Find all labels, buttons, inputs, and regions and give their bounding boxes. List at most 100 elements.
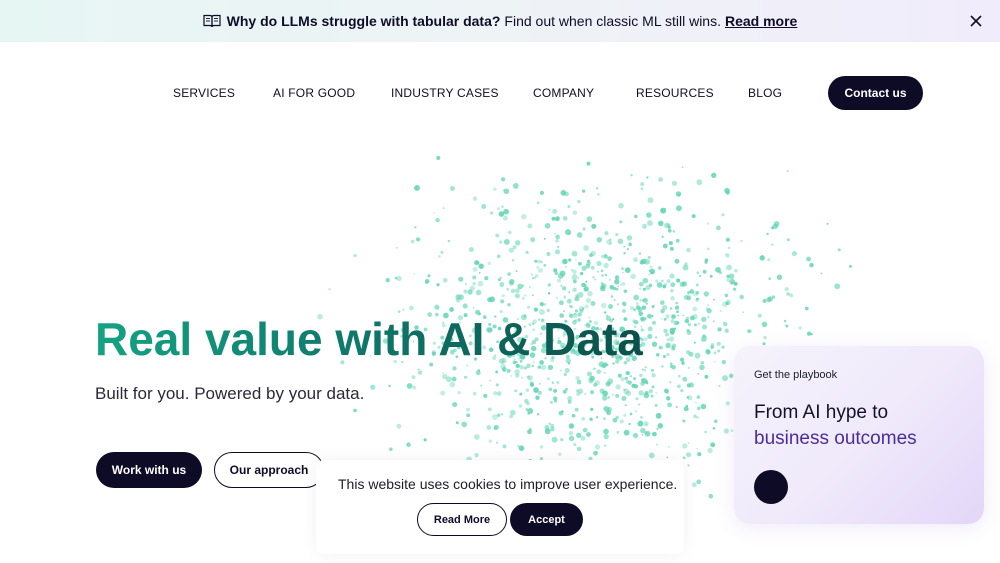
particle-dot — [630, 173, 633, 177]
particle-dot — [671, 314, 676, 319]
particle-dot — [509, 278, 515, 285]
particle-dot — [596, 369, 602, 375]
particle-dot — [640, 381, 645, 386]
cookie-accept-button[interactable]: Accept — [510, 503, 583, 536]
particle-dot — [496, 413, 501, 417]
particle-dot — [669, 327, 676, 334]
particle-dot — [555, 234, 560, 240]
particle-dot — [402, 308, 405, 312]
playbook-card[interactable]: Get the playbook From AI hype to busines… — [734, 346, 984, 524]
particle-dot — [639, 281, 644, 287]
particle-dot — [604, 231, 609, 236]
playbook-action-dot[interactable] — [754, 470, 788, 504]
particle-dot — [472, 281, 476, 286]
particle-dot — [626, 248, 629, 251]
particle-dot — [477, 369, 481, 372]
particle-dot — [759, 255, 765, 261]
particle-dot — [567, 395, 573, 401]
particle-dot — [506, 368, 511, 373]
particle-dot — [615, 287, 619, 291]
particle-dot — [577, 261, 582, 266]
particle-dot — [740, 239, 743, 243]
particle-dot — [771, 243, 774, 246]
particle-dot — [568, 291, 571, 294]
particle-dot — [692, 313, 698, 320]
particle-dot — [526, 375, 530, 379]
contact-us-button[interactable]: Contact us — [828, 76, 923, 110]
particle-dot — [480, 384, 483, 387]
our-approach-button[interactable]: Our approach — [214, 452, 324, 488]
particle-dot — [593, 382, 598, 387]
close-icon[interactable] — [968, 13, 984, 29]
particle-dot — [537, 268, 543, 273]
particle-dot — [696, 447, 698, 450]
particle-dot — [388, 384, 391, 388]
particle-dot — [543, 264, 547, 267]
particle-dot — [719, 310, 722, 312]
particle-dot — [475, 289, 482, 296]
particle-dot — [704, 260, 708, 265]
particle-dot — [705, 348, 710, 353]
nav-item-blog[interactable]: BLOG — [748, 86, 782, 100]
work-with-us-button[interactable]: Work with us — [96, 452, 202, 488]
particle-dot — [704, 258, 709, 263]
particle-dot — [497, 278, 501, 282]
nav-item-ai-for-good[interactable]: AI FOR GOOD — [273, 86, 355, 100]
particle-dot — [789, 293, 794, 298]
particle-dot — [571, 413, 576, 418]
particle-dot — [633, 384, 639, 389]
particle-dot — [665, 342, 671, 348]
particle-dot — [543, 237, 546, 240]
particle-dot — [551, 216, 556, 221]
nav-item-resources[interactable]: RESOURCES — [636, 86, 714, 100]
particle-dot — [651, 341, 658, 347]
particle-dot — [496, 391, 502, 397]
particle-dot — [590, 265, 595, 270]
particle-dot — [524, 398, 529, 404]
particle-dot — [686, 396, 689, 399]
particle-dot — [699, 364, 705, 371]
particle-dot — [527, 252, 529, 254]
particle-dot — [696, 395, 701, 399]
particle-dot — [451, 376, 457, 382]
particle-dot — [512, 183, 519, 189]
particle-dot — [537, 390, 542, 395]
particle-dot — [702, 334, 706, 338]
particle-dot — [706, 308, 712, 314]
particle-dot — [642, 277, 649, 284]
banner-read-more-link[interactable]: Read more — [725, 13, 797, 29]
particle-dot — [510, 375, 513, 377]
particle-dot — [450, 185, 455, 191]
particle-dot — [721, 345, 725, 349]
particle-dot — [681, 361, 685, 365]
particle-dot — [503, 208, 509, 215]
nav-item-services[interactable]: SERVICES — [173, 86, 235, 100]
particle-dot — [452, 402, 458, 408]
particle-dot — [713, 351, 717, 355]
particle-dot — [484, 276, 489, 281]
nav-item-company[interactable]: COMPANY — [533, 86, 594, 100]
particle-dot — [603, 254, 608, 259]
particle-dot — [713, 419, 718, 424]
book-icon — [203, 14, 221, 28]
particle-dot — [640, 420, 643, 423]
particle-dot — [670, 319, 675, 324]
particle-dot — [517, 283, 523, 290]
particle-dot — [761, 321, 768, 328]
particle-dot — [692, 306, 698, 312]
banner-headline: Why do LLMs struggle with tabular data? — [226, 13, 501, 29]
particle-dot — [650, 368, 655, 372]
nav-item-industry-cases[interactable]: INDUSTRY CASES — [391, 86, 499, 100]
cookie-read-more-button[interactable]: Read More — [417, 503, 507, 536]
particle-dot — [713, 298, 715, 301]
particle-dot — [638, 403, 641, 406]
particle-dot — [515, 373, 520, 378]
particle-dot — [655, 279, 659, 283]
particle-dot — [501, 177, 506, 182]
particle-dot — [590, 250, 596, 257]
particle-dot — [528, 286, 531, 289]
particle-dot — [568, 304, 571, 308]
particle-dot — [658, 346, 662, 350]
particle-dot — [525, 388, 530, 392]
particle-dot — [663, 208, 667, 211]
